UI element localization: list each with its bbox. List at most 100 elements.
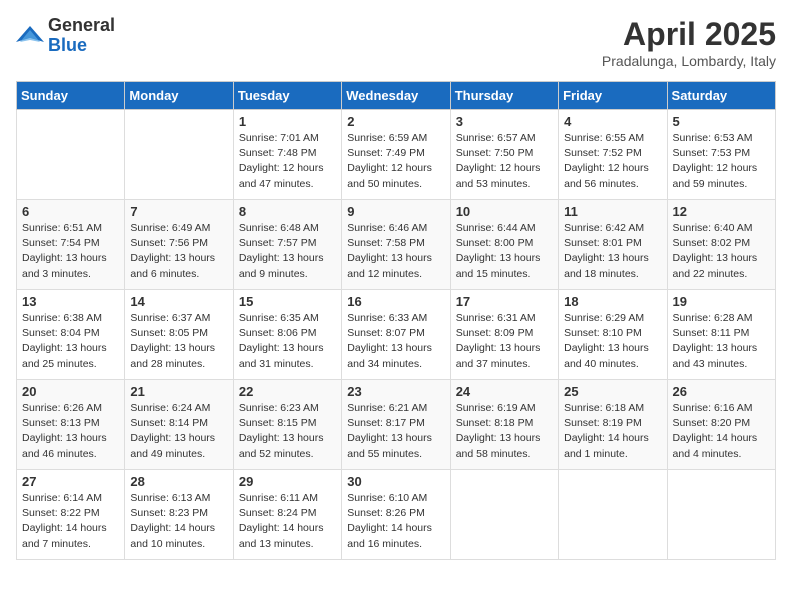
calendar-cell: 10 Sunrise: 6:44 AMSunset: 8:00 PMDayligh… — [450, 200, 558, 290]
day-number: 7 — [130, 204, 227, 219]
day-number: 19 — [673, 294, 770, 309]
day-info: Sunrise: 6:46 AMSunset: 7:58 PMDaylight:… — [347, 221, 444, 282]
calendar-cell — [17, 110, 125, 200]
day-number: 9 — [347, 204, 444, 219]
day-info: Sunrise: 6:33 AMSunset: 8:07 PMDaylight:… — [347, 311, 444, 372]
calendar-cell: 24 Sunrise: 6:19 AMSunset: 8:18 PMDayligh… — [450, 380, 558, 470]
day-info: Sunrise: 6:37 AMSunset: 8:05 PMDaylight:… — [130, 311, 227, 372]
day-info: Sunrise: 6:49 AMSunset: 7:56 PMDaylight:… — [130, 221, 227, 282]
calendar-cell: 12 Sunrise: 6:40 AMSunset: 8:02 PMDayligh… — [667, 200, 775, 290]
calendar-cell: 21 Sunrise: 6:24 AMSunset: 8:14 PMDayligh… — [125, 380, 233, 470]
day-number: 1 — [239, 114, 336, 129]
logo-icon — [16, 22, 44, 50]
day-number: 26 — [673, 384, 770, 399]
day-number: 24 — [456, 384, 553, 399]
day-info: Sunrise: 6:26 AMSunset: 8:13 PMDaylight:… — [22, 401, 119, 462]
calendar-week-row: 27 Sunrise: 6:14 AMSunset: 8:22 PMDayligh… — [17, 470, 776, 560]
calendar-week-row: 6 Sunrise: 6:51 AMSunset: 7:54 PMDaylight… — [17, 200, 776, 290]
day-info: Sunrise: 6:19 AMSunset: 8:18 PMDaylight:… — [456, 401, 553, 462]
day-number: 17 — [456, 294, 553, 309]
day-info: Sunrise: 6:24 AMSunset: 8:14 PMDaylight:… — [130, 401, 227, 462]
calendar-cell: 8 Sunrise: 6:48 AMSunset: 7:57 PMDaylight… — [233, 200, 341, 290]
header-day: Wednesday — [342, 82, 450, 110]
calendar-cell: 9 Sunrise: 6:46 AMSunset: 7:58 PMDaylight… — [342, 200, 450, 290]
day-info: Sunrise: 6:14 AMSunset: 8:22 PMDaylight:… — [22, 491, 119, 552]
day-info: Sunrise: 6:29 AMSunset: 8:10 PMDaylight:… — [564, 311, 661, 372]
calendar-cell: 26 Sunrise: 6:16 AMSunset: 8:20 PMDayligh… — [667, 380, 775, 470]
calendar-cell: 15 Sunrise: 6:35 AMSunset: 8:06 PMDayligh… — [233, 290, 341, 380]
calendar-cell — [559, 470, 667, 560]
logo-text: General Blue — [48, 16, 115, 56]
day-number: 5 — [673, 114, 770, 129]
day-info: Sunrise: 6:31 AMSunset: 8:09 PMDaylight:… — [456, 311, 553, 372]
calendar-table: SundayMondayTuesdayWednesdayThursdayFrid… — [16, 81, 776, 560]
header-day: Thursday — [450, 82, 558, 110]
header: General Blue April 2025 Pradalunga, Lomb… — [16, 16, 776, 69]
day-info: Sunrise: 6:57 AMSunset: 7:50 PMDaylight:… — [456, 131, 553, 192]
calendar-cell: 13Sunrise: 6:38 AMSunset: 8:04 PMDayligh… — [17, 290, 125, 380]
calendar-cell — [450, 470, 558, 560]
calendar-cell: 11 Sunrise: 6:42 AMSunset: 8:01 PMDayligh… — [559, 200, 667, 290]
day-info: Sunrise: 6:55 AMSunset: 7:52 PMDaylight:… — [564, 131, 661, 192]
calendar-cell: 29 Sunrise: 6:11 AMSunset: 8:24 PMDayligh… — [233, 470, 341, 560]
calendar-cell: 1 Sunrise: 7:01 AMSunset: 7:48 PMDaylight… — [233, 110, 341, 200]
calendar-week-row: 13Sunrise: 6:38 AMSunset: 8:04 PMDayligh… — [17, 290, 776, 380]
day-info: Sunrise: 6:11 AMSunset: 8:24 PMDaylight:… — [239, 491, 336, 552]
day-number: 20 — [22, 384, 119, 399]
day-info: Sunrise: 7:01 AMSunset: 7:48 PMDaylight:… — [239, 131, 336, 192]
calendar-cell — [667, 470, 775, 560]
day-info: Sunrise: 6:48 AMSunset: 7:57 PMDaylight:… — [239, 221, 336, 282]
day-number: 29 — [239, 474, 336, 489]
day-info: Sunrise: 6:40 AMSunset: 8:02 PMDaylight:… — [673, 221, 770, 282]
day-number: 28 — [130, 474, 227, 489]
day-info: Sunrise: 6:16 AMSunset: 8:20 PMDaylight:… — [673, 401, 770, 462]
day-info: Sunrise: 6:18 AMSunset: 8:19 PMDaylight:… — [564, 401, 661, 462]
day-info: Sunrise: 6:44 AMSunset: 8:00 PMDaylight:… — [456, 221, 553, 282]
calendar-cell: 14 Sunrise: 6:37 AMSunset: 8:05 PMDayligh… — [125, 290, 233, 380]
calendar-cell: 4 Sunrise: 6:55 AMSunset: 7:52 PMDaylight… — [559, 110, 667, 200]
calendar-cell: 3Sunrise: 6:57 AMSunset: 7:50 PMDaylight… — [450, 110, 558, 200]
day-number: 4 — [564, 114, 661, 129]
day-number: 22 — [239, 384, 336, 399]
day-number: 23 — [347, 384, 444, 399]
calendar-cell: 20 Sunrise: 6:26 AMSunset: 8:13 PMDayligh… — [17, 380, 125, 470]
day-number: 16 — [347, 294, 444, 309]
header-day: Monday — [125, 82, 233, 110]
day-number: 15 — [239, 294, 336, 309]
day-number: 8 — [239, 204, 336, 219]
day-info: Sunrise: 6:13 AMSunset: 8:23 PMDaylight:… — [130, 491, 227, 552]
day-number: 2 — [347, 114, 444, 129]
header-day: Friday — [559, 82, 667, 110]
day-number: 10 — [456, 204, 553, 219]
day-info: Sunrise: 6:28 AMSunset: 8:11 PMDaylight:… — [673, 311, 770, 372]
calendar-cell: 27 Sunrise: 6:14 AMSunset: 8:22 PMDayligh… — [17, 470, 125, 560]
month-title: April 2025 — [602, 16, 776, 53]
header-row: SundayMondayTuesdayWednesdayThursdayFrid… — [17, 82, 776, 110]
day-number: 6 — [22, 204, 119, 219]
header-day: Sunday — [17, 82, 125, 110]
day-number: 11 — [564, 204, 661, 219]
location-subtitle: Pradalunga, Lombardy, Italy — [602, 53, 776, 69]
calendar-cell: 2Sunrise: 6:59 AMSunset: 7:49 PMDaylight… — [342, 110, 450, 200]
day-number: 30 — [347, 474, 444, 489]
day-info: Sunrise: 6:42 AMSunset: 8:01 PMDaylight:… — [564, 221, 661, 282]
day-number: 12 — [673, 204, 770, 219]
header-day: Saturday — [667, 82, 775, 110]
calendar-cell: 7 Sunrise: 6:49 AMSunset: 7:56 PMDaylight… — [125, 200, 233, 290]
calendar-week-row: 20 Sunrise: 6:26 AMSunset: 8:13 PMDayligh… — [17, 380, 776, 470]
calendar-cell: 17 Sunrise: 6:31 AMSunset: 8:09 PMDayligh… — [450, 290, 558, 380]
day-number: 18 — [564, 294, 661, 309]
day-info: Sunrise: 6:51 AMSunset: 7:54 PMDaylight:… — [22, 221, 119, 282]
day-info: Sunrise: 6:53 AMSunset: 7:53 PMDaylight:… — [673, 131, 770, 192]
calendar-cell: 25Sunrise: 6:18 AMSunset: 8:19 PMDayligh… — [559, 380, 667, 470]
day-info: Sunrise: 6:21 AMSunset: 8:17 PMDaylight:… — [347, 401, 444, 462]
logo-general: General — [48, 16, 115, 36]
calendar-cell: 19 Sunrise: 6:28 AMSunset: 8:11 PMDayligh… — [667, 290, 775, 380]
day-number: 14 — [130, 294, 227, 309]
calendar-cell: 23 Sunrise: 6:21 AMSunset: 8:17 PMDayligh… — [342, 380, 450, 470]
day-number: 21 — [130, 384, 227, 399]
day-info: Sunrise: 6:35 AMSunset: 8:06 PMDaylight:… — [239, 311, 336, 372]
day-number: 13 — [22, 294, 119, 309]
calendar-cell: 16 Sunrise: 6:33 AMSunset: 8:07 PMDayligh… — [342, 290, 450, 380]
day-number: 27 — [22, 474, 119, 489]
